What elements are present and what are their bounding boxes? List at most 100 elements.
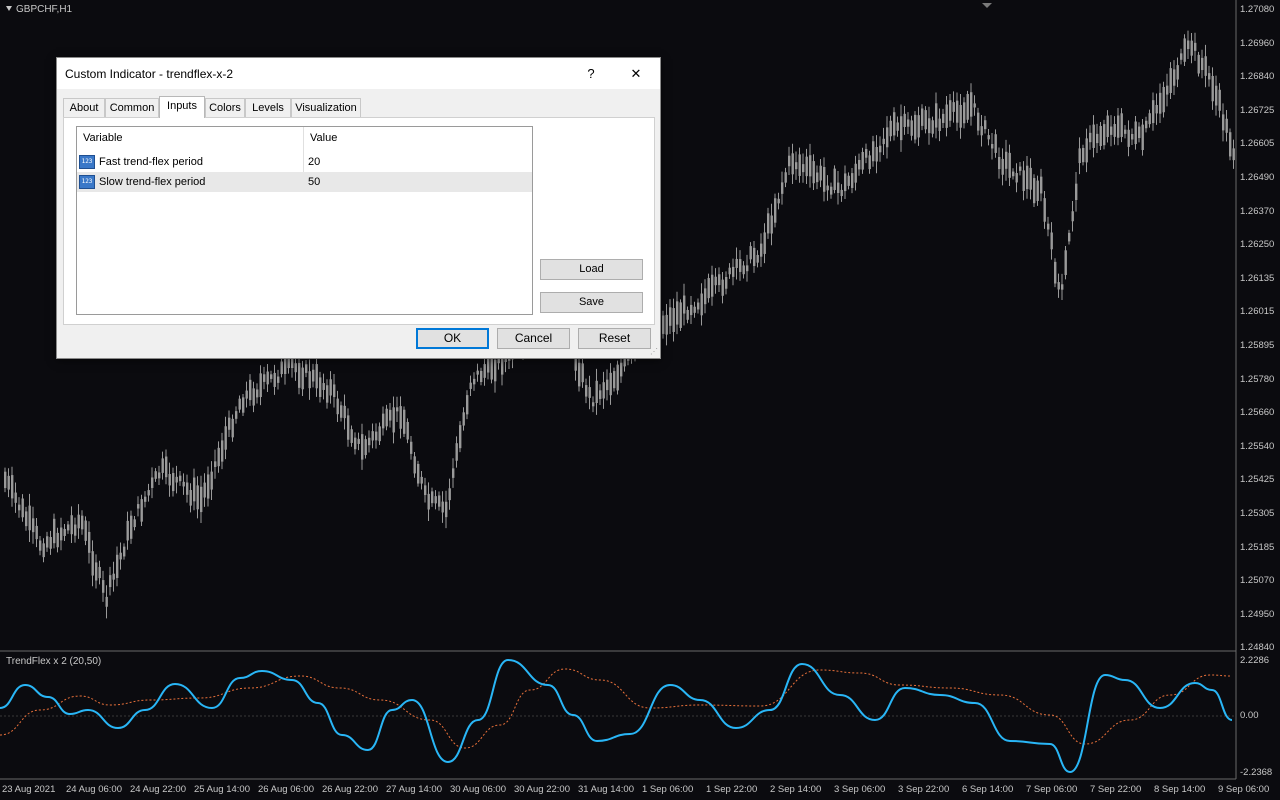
candle-body xyxy=(42,543,45,558)
candle-body xyxy=(137,504,140,509)
candle-body xyxy=(476,370,479,375)
candle-body xyxy=(385,408,388,427)
inputs-grid[interactable]: Variable Value 123 Fast trend-flex period… xyxy=(76,126,533,315)
input-row-slow-period[interactable]: 123 Slow trend-flex period 50 xyxy=(77,172,532,192)
candle-body xyxy=(1218,89,1221,111)
candle-body xyxy=(721,279,724,296)
candle-body xyxy=(165,456,168,478)
candle-body xyxy=(781,182,784,194)
save-button[interactable]: Save xyxy=(540,292,643,313)
price-tick-label: 1.24950 xyxy=(1240,608,1275,620)
candle-body xyxy=(858,159,861,170)
variable-name: Fast trend-flex period xyxy=(99,156,203,168)
candle-body xyxy=(1232,148,1235,161)
tab-about[interactable]: About xyxy=(63,98,105,117)
candle-body xyxy=(56,532,59,548)
value-cell[interactable]: 50 xyxy=(308,172,320,192)
dropdown-triangle-icon xyxy=(6,6,12,11)
candle-body xyxy=(333,384,336,398)
candle-body xyxy=(273,372,276,387)
price-tick-label: 1.26840 xyxy=(1240,71,1275,83)
candle-body xyxy=(189,490,192,506)
candle-body xyxy=(907,119,910,127)
candle-body xyxy=(1208,73,1211,80)
candle-body xyxy=(879,145,882,153)
price-tick-label: 1.25070 xyxy=(1240,575,1275,587)
resize-grip-icon[interactable]: ⋰ xyxy=(650,348,658,356)
price-tick-label: 1.26370 xyxy=(1240,205,1275,217)
candle-body xyxy=(46,536,49,548)
candle-body xyxy=(301,367,304,390)
candle-body xyxy=(259,373,262,398)
time-tick-label: 7 Sep 22:00 xyxy=(1090,784,1142,795)
help-button[interactable]: ? xyxy=(575,62,607,86)
tab-visualization[interactable]: Visualization xyxy=(291,98,361,117)
candle-body xyxy=(889,120,892,137)
candle-body xyxy=(854,163,857,183)
candle-body xyxy=(1068,232,1071,242)
candle-body xyxy=(935,103,938,128)
candle-body xyxy=(728,267,731,275)
time-tick-label: 1 Sep 06:00 xyxy=(642,784,694,795)
candle-body xyxy=(1015,173,1018,183)
reset-button[interactable]: Reset xyxy=(578,328,651,349)
candle-body xyxy=(413,456,416,474)
candle-body xyxy=(798,154,801,176)
candle-body xyxy=(1047,223,1050,230)
candle-body xyxy=(588,387,591,398)
candle-body xyxy=(970,92,973,117)
candle-body xyxy=(924,110,927,130)
variable-name: Slow trend-flex period xyxy=(99,176,206,188)
price-tick-label: 1.26725 xyxy=(1240,104,1275,116)
candle-body xyxy=(217,447,220,467)
candle-body xyxy=(1169,68,1172,93)
candle-body xyxy=(105,596,108,607)
tab-common[interactable]: Common xyxy=(105,98,159,117)
close-button[interactable]: ✕ xyxy=(620,62,652,86)
candle-body xyxy=(952,102,955,112)
candle-body xyxy=(291,358,294,369)
candle-body xyxy=(172,473,175,492)
candle-body xyxy=(161,458,164,473)
symbol-label[interactable]: GBPCHF,H1 xyxy=(6,4,72,15)
candle-body xyxy=(994,134,997,153)
input-row-fast-period[interactable]: 123 Fast trend-flex period 20 xyxy=(77,152,532,172)
tab-colors[interactable]: Colors xyxy=(205,98,245,117)
candle-body xyxy=(420,476,423,484)
candle-body xyxy=(193,477,196,502)
candle-body xyxy=(168,474,171,486)
cancel-button[interactable]: Cancel xyxy=(497,328,570,349)
candle-body xyxy=(399,406,402,429)
candle-body xyxy=(802,164,805,173)
candle-body xyxy=(1190,40,1193,56)
tab-inputs[interactable]: Inputs xyxy=(159,96,205,118)
candle-body xyxy=(686,309,689,320)
candle-body xyxy=(840,189,843,197)
column-header-variable[interactable]: Variable xyxy=(77,127,304,150)
time-tick-label: 30 Aug 22:00 xyxy=(514,784,570,795)
chart-shift-marker[interactable] xyxy=(982,3,992,8)
candle-body xyxy=(917,115,920,138)
candle-body xyxy=(448,488,451,501)
candle-body xyxy=(1197,54,1200,74)
column-header-value[interactable]: Value xyxy=(304,127,532,150)
candle-body xyxy=(704,288,707,305)
dialog-titlebar[interactable]: Custom Indicator - trendflex-x-2 ? ✕ xyxy=(57,58,660,89)
candle-body xyxy=(224,426,227,450)
candle-body xyxy=(375,431,378,441)
ok-button[interactable]: OK xyxy=(416,328,489,349)
tab-levels[interactable]: Levels xyxy=(245,98,291,117)
candle-body xyxy=(434,496,437,504)
candle-body xyxy=(112,573,115,580)
candle-body xyxy=(1064,250,1067,276)
candle-body xyxy=(931,120,934,134)
candle-body xyxy=(581,363,584,383)
load-button[interactable]: Load xyxy=(540,259,643,280)
candle-body xyxy=(844,173,847,192)
candle-body xyxy=(1054,261,1057,284)
candle-body xyxy=(1089,132,1092,143)
candle-body xyxy=(620,362,623,377)
candle-body xyxy=(256,389,259,398)
candle-body xyxy=(788,155,791,167)
value-cell[interactable]: 20 xyxy=(308,152,320,172)
